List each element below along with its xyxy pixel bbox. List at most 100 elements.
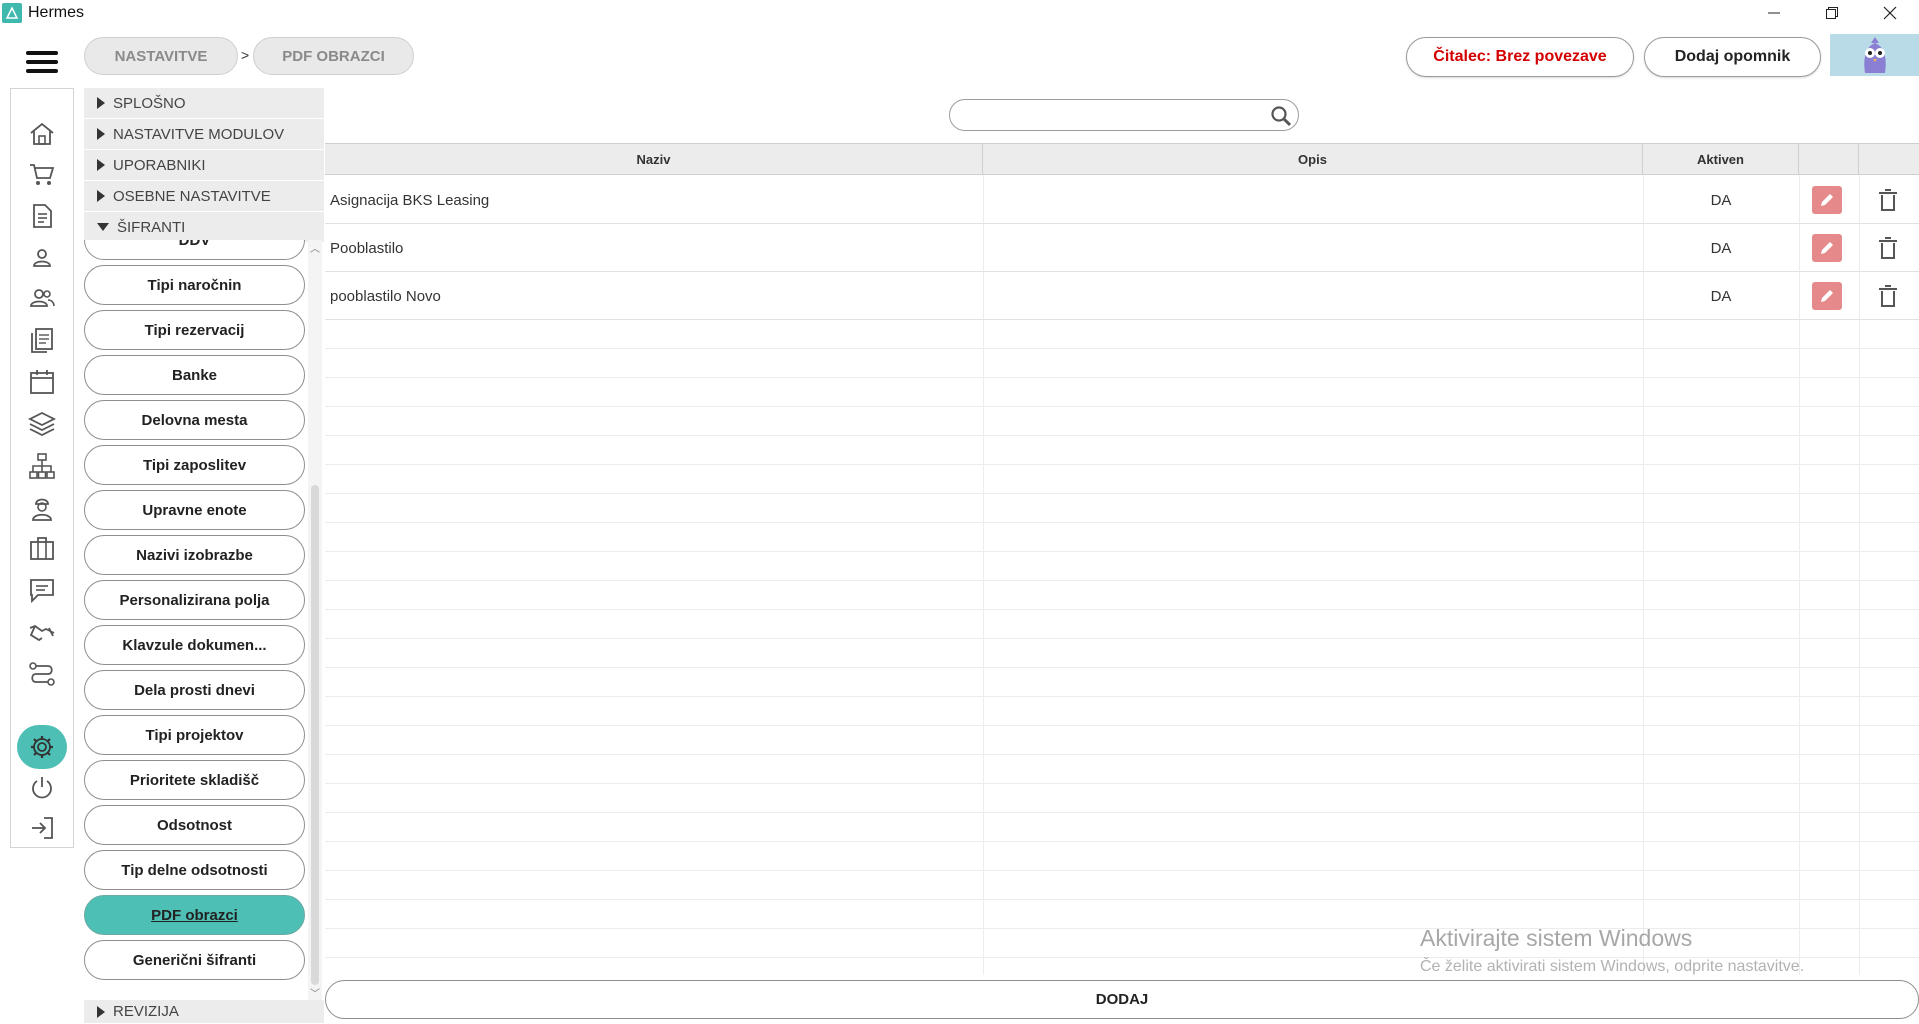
empty-row: [325, 407, 1919, 436]
people-icon[interactable]: [27, 283, 57, 313]
route-icon[interactable]: [27, 659, 57, 689]
empty-row: [325, 494, 1919, 523]
chat-icon[interactable]: [27, 575, 57, 605]
expand-arrow-icon: [97, 1005, 105, 1018]
list-item-tipi-narocnin[interactable]: Tipi naročnin: [84, 265, 305, 305]
home-icon[interactable]: [27, 119, 57, 149]
empty-row: [325, 523, 1919, 552]
section-revizija[interactable]: REVIZIJA: [84, 1000, 324, 1024]
layers-icon[interactable]: [27, 409, 57, 439]
documents-icon[interactable]: [27, 325, 57, 355]
list-item-ddv[interactable]: DDV: [84, 240, 305, 260]
cell-naziv: Pooblastilo: [330, 239, 404, 257]
expand-arrow-icon: [97, 128, 105, 140]
empty-row: [325, 668, 1919, 697]
reader-status-button[interactable]: Čitalec: Brez povezave: [1406, 37, 1634, 77]
search-icon[interactable]: [1270, 105, 1292, 127]
close-button[interactable]: [1861, 0, 1919, 26]
section-nastavitve-modulov[interactable]: NASTAVITVE MODULOV: [84, 119, 324, 150]
pencil-icon: [1821, 290, 1833, 302]
worker-icon[interactable]: [27, 493, 57, 523]
power-icon[interactable]: [27, 773, 57, 803]
section-osebne-nastavitve[interactable]: OSEBNE NASTAVITVE: [84, 181, 324, 212]
list-item-genericni-sifranti[interactable]: Generični šifranti: [84, 940, 305, 980]
edit-button[interactable]: [1812, 186, 1842, 214]
column-header-aktiven[interactable]: Aktiven: [1643, 144, 1799, 175]
search-field[interactable]: [949, 99, 1299, 131]
table-row[interactable]: Pooblastilo DA: [325, 224, 1919, 272]
empty-row: [325, 436, 1919, 465]
list-item-upravne-enote[interactable]: Upravne enote: [84, 490, 305, 530]
empty-row: [325, 610, 1919, 639]
list-item-dela-prosti-dnevi[interactable]: Dela prosti dnevi: [84, 670, 305, 710]
scroll-up-icon[interactable]: ︿: [310, 240, 320, 255]
empty-row: [325, 552, 1919, 581]
briefcase-icon[interactable]: [27, 533, 57, 563]
list-item-pdf-obrazci[interactable]: PDF obrazci: [84, 895, 305, 935]
avatar[interactable]: [1830, 34, 1919, 76]
empty-row: [325, 581, 1919, 610]
scrollbar-thumb[interactable]: [311, 485, 319, 985]
delete-button[interactable]: [1873, 185, 1903, 215]
breadcrumb-pdf-obrazci[interactable]: PDF OBRAZCI: [253, 37, 414, 75]
empty-row: [325, 639, 1919, 668]
empty-row: [325, 378, 1919, 407]
section-uporabniki[interactable]: UPORABNIKI: [84, 150, 324, 181]
document-icon[interactable]: [27, 201, 57, 231]
list-item-tipi-projektov[interactable]: Tipi projektov: [84, 715, 305, 755]
list-item-banke[interactable]: Banke: [84, 355, 305, 395]
cell-naziv: Asignacija BKS Leasing: [330, 191, 490, 209]
list-item-personalizirana-polja[interactable]: Personalizirana polja: [84, 580, 305, 620]
edit-button[interactable]: [1812, 234, 1842, 262]
add-reminder-button[interactable]: Dodaj opomnik: [1644, 37, 1821, 77]
list-item-odsotnost[interactable]: Odsotnost: [84, 805, 305, 845]
list-item-delovna-mesta[interactable]: Delovna mesta: [84, 400, 305, 440]
section-sifranti[interactable]: ŠIFRANTI: [84, 212, 324, 243]
list-item-tipi-rezervacij[interactable]: Tipi rezervacij: [84, 310, 305, 350]
table-row[interactable]: Asignacija BKS Leasing DA: [325, 176, 1919, 224]
module-sidebar: [10, 88, 74, 848]
add-button[interactable]: DODAJ: [325, 980, 1919, 1019]
gear-icon[interactable]: [27, 732, 57, 762]
minimize-icon: [1768, 12, 1780, 14]
expand-arrow-icon: [97, 190, 105, 202]
list-item-prioritete-skladisc[interactable]: Prioritete skladišč: [84, 760, 305, 800]
tree-scrollbar[interactable]: ︿ ﹀: [308, 240, 322, 1000]
cart-icon[interactable]: [27, 159, 57, 189]
list-item-tip-delne-odsotnosti[interactable]: Tip delne odsotnosti: [84, 850, 305, 890]
menu-icon[interactable]: [26, 51, 58, 75]
pencil-icon: [1821, 194, 1833, 206]
hierarchy-icon[interactable]: [27, 451, 57, 481]
column-header-delete: [1859, 144, 1919, 175]
handshake-icon[interactable]: [27, 617, 57, 647]
empty-row: [325, 349, 1919, 378]
calendar-icon[interactable]: [27, 367, 57, 397]
breadcrumb-separator: >: [241, 47, 250, 63]
title-bar: Hermes: [0, 0, 1919, 26]
breadcrumb-nastavitve[interactable]: NASTAVITVE: [84, 37, 238, 75]
list-item-klavzule-dokumentov[interactable]: Klavzule dokumen...: [84, 625, 305, 665]
list-item-nazivi-izobrazbe[interactable]: Nazivi izobrazbe: [84, 535, 305, 575]
edit-button[interactable]: [1812, 282, 1842, 310]
list-item-tipi-zaposlitev[interactable]: Tipi zaposlitev: [84, 445, 305, 485]
person-icon[interactable]: [27, 243, 57, 273]
column-header-naziv[interactable]: Naziv: [325, 144, 983, 175]
column-header-opis[interactable]: Opis: [983, 144, 1643, 175]
sifranti-list: DDV Tipi naročnin Tipi rezervacij Banke …: [84, 240, 324, 1000]
column-header-edit: [1799, 144, 1859, 175]
minimize-button[interactable]: [1745, 0, 1803, 26]
empty-row: [325, 726, 1919, 755]
empty-row: [325, 871, 1919, 900]
empty-row: [325, 697, 1919, 726]
section-splosno[interactable]: SPLOŠNO: [84, 88, 324, 119]
delete-button[interactable]: [1873, 281, 1903, 311]
table-row[interactable]: pooblastilo Novo DA: [325, 272, 1919, 320]
cell-aktiven: DA: [1710, 287, 1732, 305]
delete-button[interactable]: [1873, 233, 1903, 263]
restore-button[interactable]: [1803, 0, 1861, 26]
scroll-down-icon[interactable]: ﹀: [310, 985, 320, 1000]
app-header: NASTAVITVE > PDF OBRAZCI Čitalec: Brez p…: [0, 26, 1919, 84]
logout-icon[interactable]: [27, 813, 57, 843]
search-input[interactable]: [964, 106, 1254, 126]
cell-aktiven: DA: [1710, 239, 1732, 257]
